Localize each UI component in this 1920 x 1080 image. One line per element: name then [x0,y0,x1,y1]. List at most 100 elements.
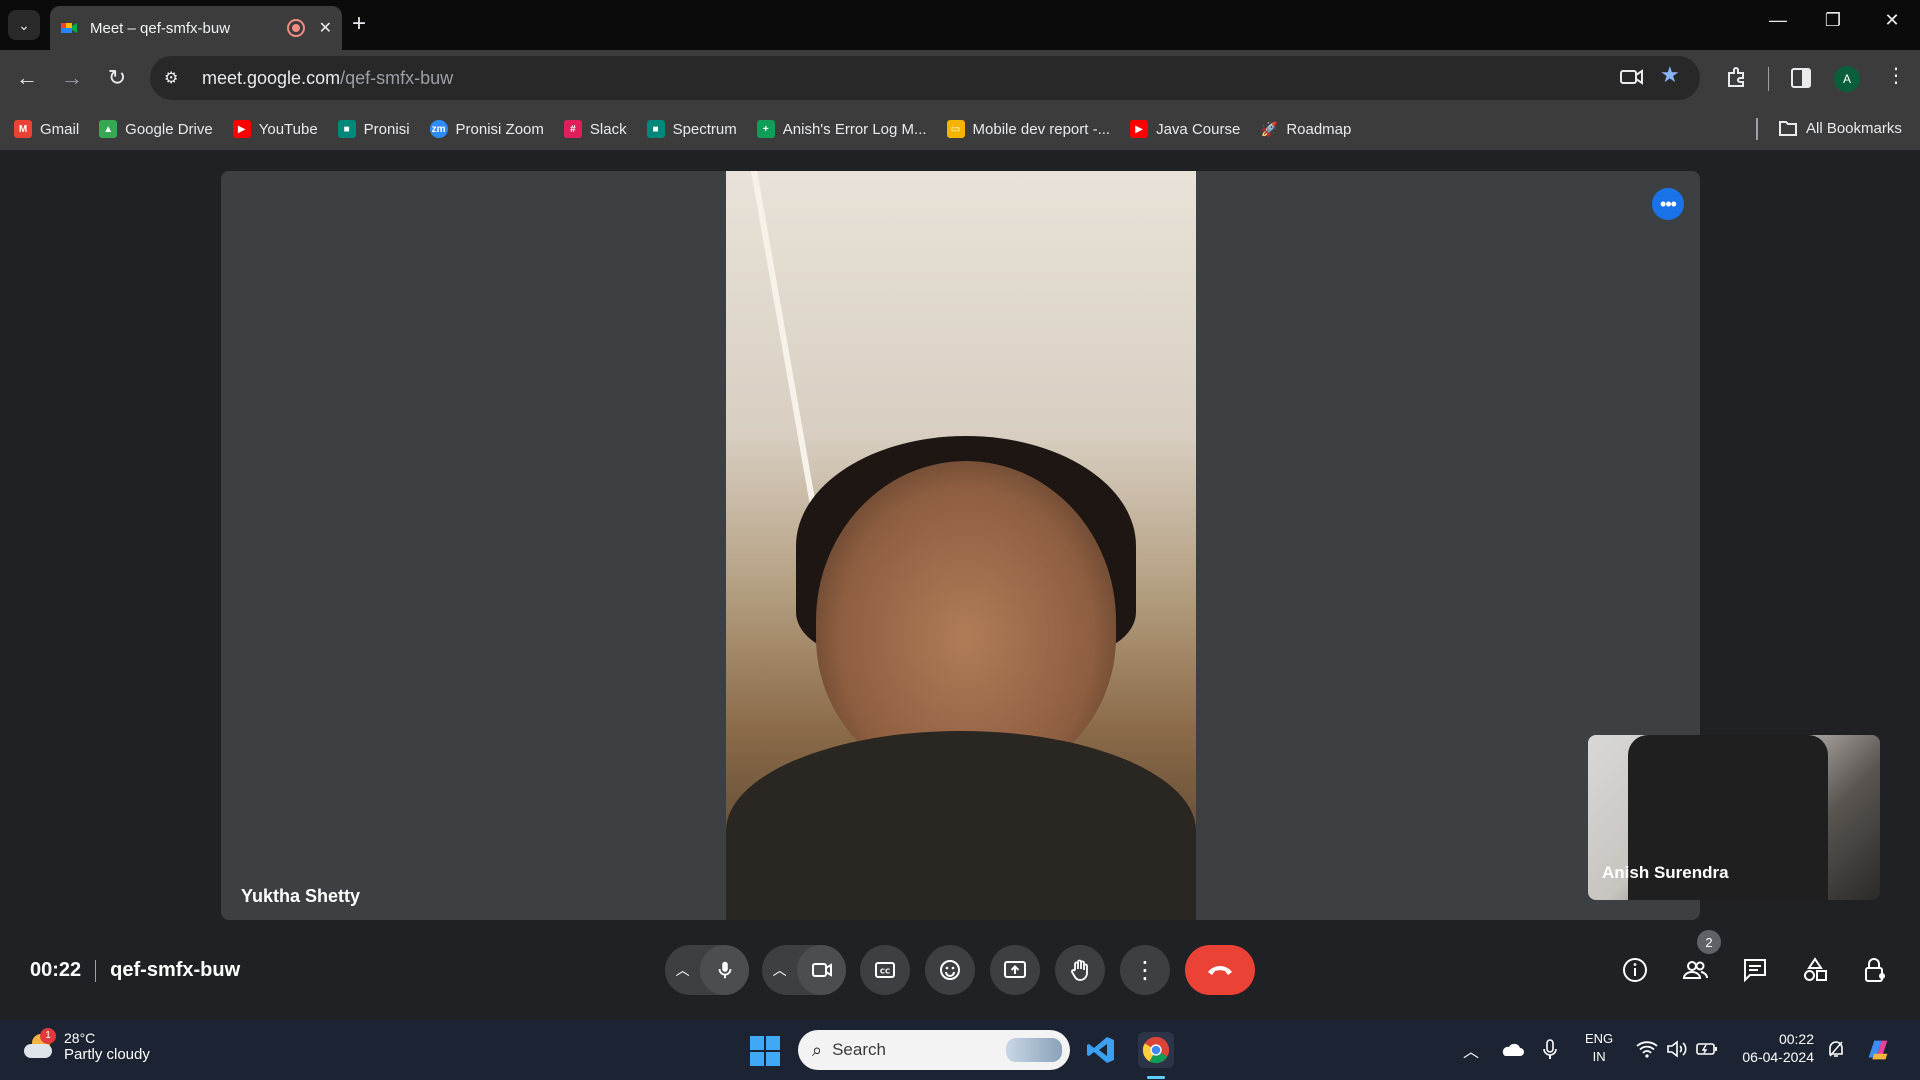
volume-icon[interactable] [1666,1040,1688,1058]
host-controls-button[interactable] [1858,953,1892,987]
meet-main-area: Yuktha Shetty ••• Anish Surendra [0,150,1920,1020]
elapsed-time: 00:22 [30,959,82,981]
meet-favicon-icon [61,23,77,33]
leave-call-button[interactable] [1185,945,1255,995]
present-screen-button[interactable] [990,945,1040,995]
bookmark-item[interactable]: ▲ Google Drive [99,120,213,138]
bookmark-item[interactable]: ▶ YouTube [232,120,318,138]
bookmark-item[interactable]: ■ Spectrum [646,120,737,138]
vscode-taskbar-icon[interactable] [1083,1032,1119,1068]
main-participant-tile[interactable]: Yuktha Shetty ••• [221,171,1700,920]
taskbar-search-box[interactable]: ⌕ Search [798,1030,1070,1070]
camera-control-group: ︿ [762,945,846,995]
system-clock[interactable]: 00:22 06-04-2024 [1738,1030,1814,1066]
weather-partly-cloudy-icon: 1 [22,1027,56,1062]
hand-icon [1071,959,1088,981]
reactions-button[interactable] [925,945,975,995]
bookmark-item[interactable]: + Anish's Error Log M... [756,120,927,138]
camera-in-use-icon[interactable] [1620,66,1644,88]
bookmark-item[interactable]: ■ Pronisi [337,120,410,138]
svg-text:CC: CC [880,968,890,976]
microphone-button[interactable] [700,945,749,995]
browser-tab-bar: ⌄ Meet – qef-smfx-buw ✕ + — ❐ ✕ [0,0,1920,50]
bookmark-item[interactable]: # Slack [563,120,627,138]
ceiling-edge [751,171,823,546]
bookmark-item[interactable]: ▶ Java Course [1130,120,1240,138]
bookmark-star-icon[interactable]: ★ [1660,62,1680,88]
bookmark-item[interactable]: 🚀 Roadmap [1260,120,1352,138]
site-info-icon[interactable]: ⚙ [164,68,190,88]
zoom-icon: zm [429,120,448,138]
meeting-details-button[interactable] [1618,953,1652,987]
browser-toolbar: ← → ↻ ⚙ meet.google.com/qef-smfx-buw ★ A… [0,50,1920,108]
tab-search-button[interactable]: ⌄ [8,10,40,40]
input-language-indicator[interactable]: ENG IN [1585,1030,1613,1066]
weather-temperature: 28°C [64,1030,96,1046]
activities-button[interactable] [1798,953,1832,987]
close-window-button[interactable]: ✕ [1872,10,1912,31]
youtube-icon: ▶ [1130,120,1149,138]
tile-more-options-button[interactable]: ••• [1652,188,1684,220]
reload-button[interactable]: ↻ [102,65,132,91]
show-hidden-icons-button[interactable]: ︿ [1463,1038,1479,1062]
all-bookmarks-button[interactable]: All Bookmarks [1778,119,1902,137]
raise-hand-button[interactable] [1055,945,1105,995]
url-text: meet.google.com/qef-smfx-buw [202,67,454,88]
search-highlight-art [1006,1038,1062,1062]
chrome-taskbar-icon[interactable] [1138,1032,1174,1068]
search-icon: ⌕ [812,1039,823,1060]
present-screen-icon [1004,961,1026,978]
notifications-icon[interactable] [1826,1039,1846,1059]
video-options-chevron-icon[interactable]: ︿ [762,960,797,980]
side-panel-icon[interactable] [1790,67,1812,89]
weather-widget[interactable]: 1 28°C Partly cloudy [22,1027,150,1063]
language-code: ENG [1585,1031,1614,1046]
rocket-icon: 🚀 [1260,120,1279,137]
browser-menu-icon[interactable]: ⋮ [1886,63,1906,88]
participant-body [726,731,1196,920]
new-tab-button[interactable]: + [352,12,366,36]
search-placeholder: Search [832,1040,886,1059]
onedrive-icon[interactable] [1500,1042,1524,1058]
self-view-tile[interactable]: Anish Surendra [1588,735,1880,900]
captions-button[interactable]: CC [860,945,910,995]
restore-button[interactable]: ❐ [1813,10,1853,31]
camera-icon [811,963,832,977]
meet-icon: ■ [646,120,665,138]
tab-meet[interactable]: Meet – qef-smfx-buw ✕ [50,6,342,50]
weather-badge: 1 [40,1027,56,1044]
closed-captions-icon: CC [875,962,895,978]
meeting-code: qef-smfx-buw [110,959,241,981]
call-controls-bar: 00:22 qef-smfx-buw ︿ ︿ CC ⋮ 2 [0,920,1920,1020]
bookmark-item[interactable]: zm Pronisi Zoom [429,120,544,138]
chat-button[interactable] [1738,953,1772,987]
sheets-icon: + [756,120,775,138]
camera-button[interactable] [797,945,846,995]
wifi-icon[interactable] [1636,1040,1658,1058]
copilot-icon[interactable] [1862,1034,1894,1066]
profile-avatar[interactable]: A [1834,66,1860,92]
tab-close-icon[interactable]: ✕ [319,18,332,38]
meeting-info: 00:22 qef-smfx-buw [30,959,240,982]
microphone-icon [718,961,731,979]
minimize-button[interactable]: — [1758,10,1798,31]
active-app-indicator [1147,1076,1165,1079]
more-vertical-icon: ⋮ [1133,956,1157,984]
audio-options-chevron-icon[interactable]: ︿ [665,960,700,980]
forward-button[interactable]: → [57,65,87,91]
recording-indicator-icon [286,19,305,37]
bookmark-item[interactable]: ▭ Mobile dev report -... [946,120,1110,138]
bookmarks-bar: M Gmail ▲ Google Drive ▶ YouTube ■ Pronisi z… [0,108,1920,150]
bookmark-item[interactable]: M Gmail [14,120,79,138]
hangup-icon [1208,966,1232,975]
extensions-icon[interactable] [1725,65,1749,89]
youtube-icon: ▶ [232,120,251,138]
address-bar[interactable]: ⚙ meet.google.com/qef-smfx-buw [150,56,1700,100]
microphone-tray-icon[interactable] [1542,1039,1558,1061]
people-button[interactable] [1678,953,1712,987]
more-options-button[interactable]: ⋮ [1120,945,1170,995]
windows-start-icon[interactable] [750,1036,780,1066]
back-button[interactable]: ← [12,65,42,91]
battery-charging-icon[interactable] [1696,1041,1718,1057]
folder-icon [1779,121,1797,136]
